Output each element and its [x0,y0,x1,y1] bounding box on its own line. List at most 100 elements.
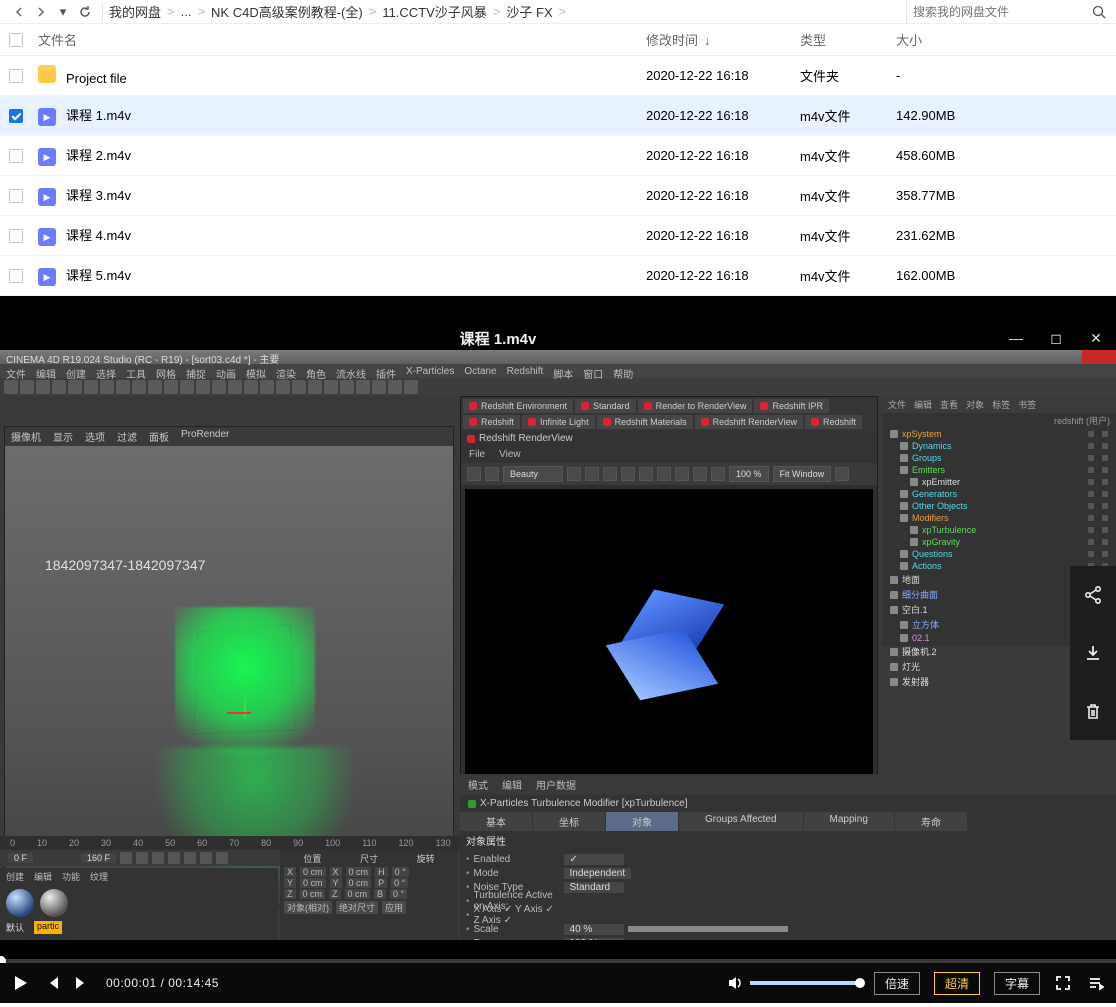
menu-item[interactable]: Redshift [507,366,544,376]
prev-button[interactable] [44,975,60,991]
rv-snapshot-icon[interactable] [485,467,499,481]
toolbar-icon[interactable] [132,380,146,394]
table-row[interactable]: ▶课程 1.m4v2020-12-22 16:18m4v文件142.90MB [0,96,1116,136]
col-name[interactable]: 文件名 [32,30,646,49]
play-button[interactable] [12,974,30,992]
mat-tab[interactable]: 纹理 [90,870,108,883]
tree-tab[interactable]: 标签 [992,398,1010,411]
minimize-button[interactable]: — [996,330,1036,346]
mat-tab[interactable]: 编辑 [34,870,52,883]
material-swatch[interactable] [40,889,68,917]
coord-field[interactable]: X [330,867,342,877]
viewport-tab[interactable]: 选项 [85,429,105,444]
redshift-tag[interactable]: Redshift [805,415,862,429]
subtitle-button[interactable]: 字幕 [994,972,1040,995]
menu-item[interactable]: 角色 [306,366,326,376]
attr-subtab[interactable]: Groups Affected [679,812,804,831]
breadcrumb-item[interactable]: ... [181,4,192,19]
rv-menu-item[interactable]: View [499,449,521,460]
select-all-checkbox[interactable] [9,33,23,47]
menu-item[interactable]: 插件 [376,366,396,376]
coord-field[interactable]: Z [329,889,341,899]
file-name-cell[interactable]: ▶课程 3.m4v [32,185,646,207]
toolbar-icon[interactable] [52,380,66,394]
toolbar-icon[interactable] [372,380,386,394]
refresh-button[interactable] [74,1,96,23]
toolbar-icon[interactable] [404,380,418,394]
goto-end-icon[interactable] [216,852,228,864]
playlist-button[interactable] [1086,974,1104,992]
play-icon[interactable] [168,852,180,864]
toolbar-icon[interactable] [260,380,274,394]
maximize-button[interactable]: ◻ [1036,330,1076,347]
coord-button[interactable]: 应用 [382,901,406,914]
menu-item[interactable]: 脚本 [553,366,573,376]
col-type[interactable]: 类型 [800,30,896,49]
next-button[interactable] [74,975,90,991]
nav-dropdown-button[interactable]: ▾ [52,1,74,23]
coord-field[interactable]: 0 cm [346,867,372,877]
row-checkbox[interactable] [9,109,23,123]
toolbar-icon[interactable] [356,380,370,394]
toolbar-icon[interactable] [148,380,162,394]
end-frame[interactable]: 160 F [81,853,116,863]
toolbar-icon[interactable] [324,380,338,394]
viewport-tab[interactable]: 面板 [149,429,169,444]
coord-field[interactable]: 0 cm [300,889,326,899]
viewport-tab[interactable]: 过滤 [117,429,137,444]
speed-button[interactable]: 倍速 [874,972,920,995]
coord-field[interactable]: P [375,878,387,888]
toolbar-icon[interactable] [292,380,306,394]
menu-item[interactable]: 捕捉 [186,366,206,376]
viewport-tab[interactable]: ProRender [181,429,229,444]
viewport-tab[interactable]: 摄像机 [11,429,41,444]
toolbar-icon[interactable] [308,380,322,394]
attr-value[interactable]: ✓ [564,854,624,865]
row-checkbox[interactable] [9,189,23,203]
volume-control[interactable] [726,974,860,992]
toolbar-icon[interactable] [68,380,82,394]
start-frame[interactable]: 0 F [8,853,33,863]
menu-item[interactable]: 模拟 [246,366,266,376]
menu-item[interactable]: Octane [464,366,496,376]
nav-back-button[interactable] [8,1,30,23]
next-frame-icon[interactable] [184,852,196,864]
rv-zoom[interactable]: 100 % [729,466,769,482]
table-row[interactable]: ▶课程 5.m4v2020-12-22 16:18m4v文件162.00MB [0,256,1116,296]
toolbar-icon[interactable] [276,380,290,394]
table-row[interactable]: ▶课程 2.m4v2020-12-22 16:18m4v文件458.60MB [0,136,1116,176]
tree-tab[interactable]: 编辑 [914,398,932,411]
row-checkbox[interactable] [9,149,23,163]
tree-item[interactable]: Generators [882,488,1116,500]
tree-item[interactable]: Questions [882,548,1116,560]
toolbar-icon[interactable] [4,380,18,394]
redshift-tag[interactable]: Redshift Environment [463,399,573,413]
tree-tab[interactable]: 查看 [940,398,958,411]
coord-field[interactable]: 0 cm [300,867,326,877]
quality-button[interactable]: 超清 [934,972,980,995]
file-name-cell[interactable]: Project file [32,65,646,86]
menu-item[interactable]: 流水线 [336,366,366,376]
toolbar-icon[interactable] [388,380,402,394]
coord-field[interactable]: 0 ° [390,889,407,899]
attr-subtab[interactable]: 坐标 [533,812,606,831]
table-row[interactable]: Project file2020-12-22 16:18文件夹- [0,56,1116,96]
tree-item[interactable]: xpTurbulence [882,524,1116,536]
menu-item[interactable]: X-Particles [406,366,454,376]
tree-item[interactable]: Modifiers [882,512,1116,524]
tree-item[interactable]: Dynamics [882,440,1116,452]
share-button[interactable] [1070,566,1116,624]
menu-item[interactable]: 窗口 [583,366,603,376]
delete-button[interactable] [1070,682,1116,740]
tree-item[interactable]: xpEmitter [882,476,1116,488]
menu-item[interactable]: 渲染 [276,366,296,376]
redshift-tag[interactable]: Standard [575,399,636,413]
menu-item[interactable]: 网格 [156,366,176,376]
coord-field[interactable]: 0 cm [345,889,371,899]
toolbar-icon[interactable] [36,380,50,394]
coord-field[interactable]: Z [284,889,296,899]
table-row[interactable]: ▶课程 3.m4v2020-12-22 16:18m4v文件358.77MB [0,176,1116,216]
toolbar-icon[interactable] [180,380,194,394]
mat-tab[interactable]: 创建 [6,870,24,883]
redshift-tag[interactable]: Redshift IPR [754,399,829,413]
